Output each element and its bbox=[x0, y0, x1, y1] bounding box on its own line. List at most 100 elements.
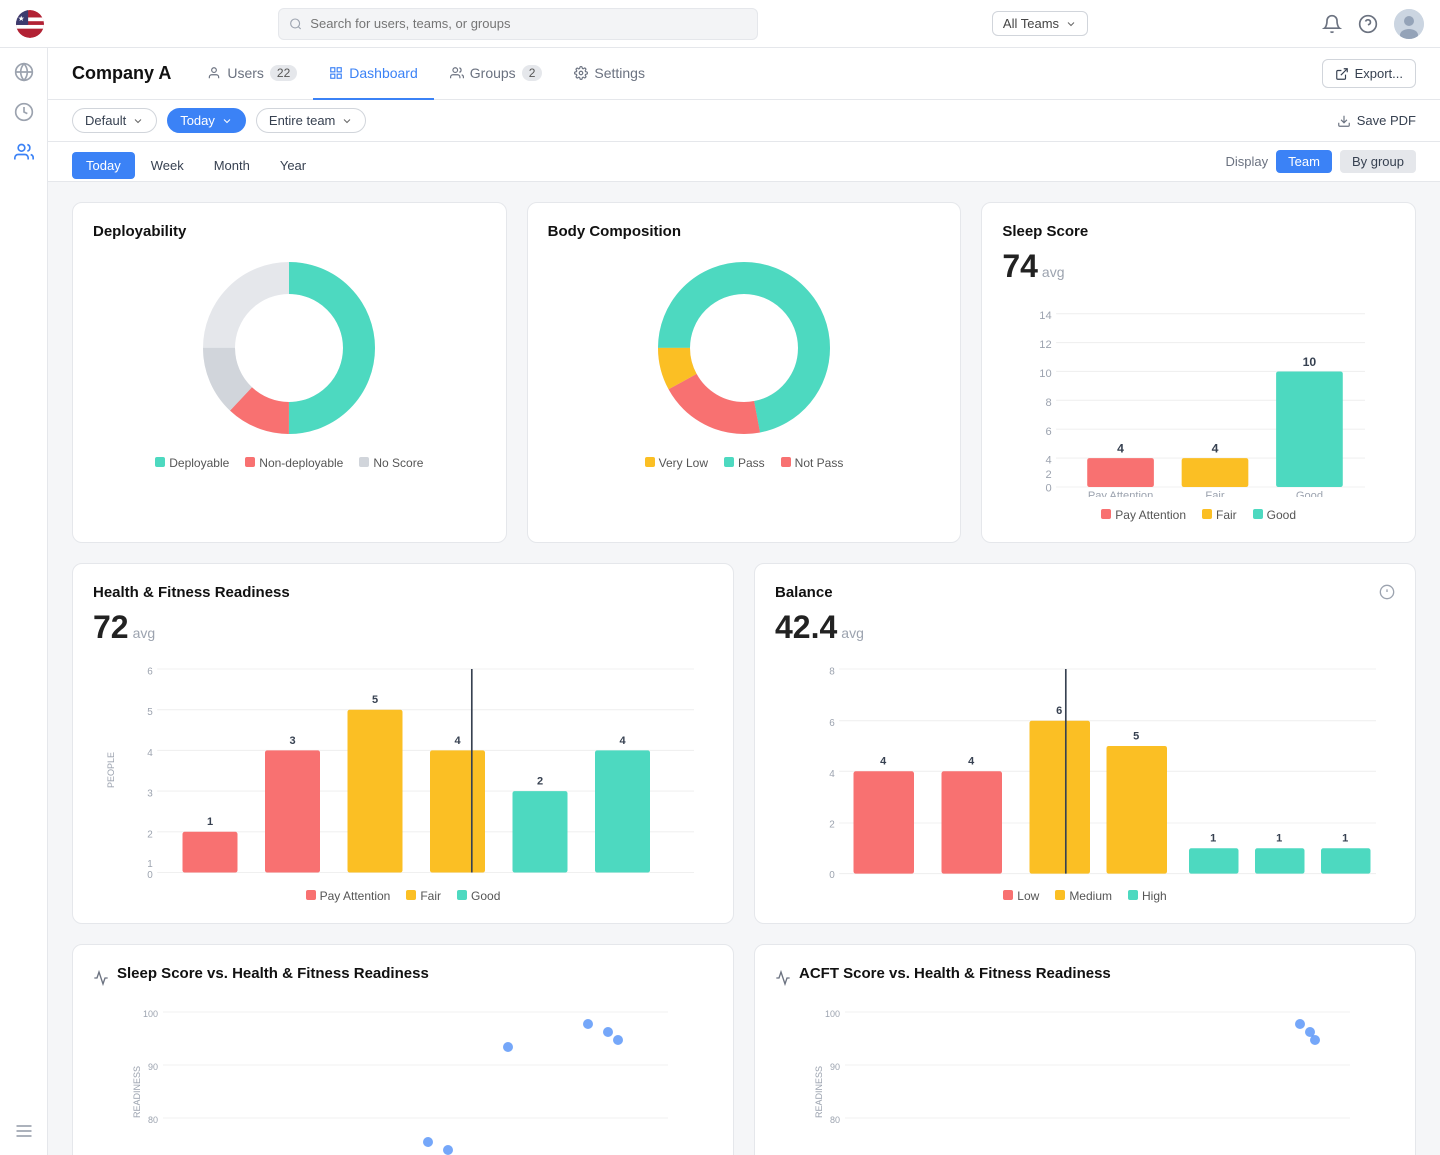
sleep-score-legend: Pay Attention Fair Good bbox=[1002, 508, 1395, 522]
tab-users[interactable]: Users 22 bbox=[191, 48, 313, 100]
bell-icon[interactable] bbox=[1322, 14, 1342, 34]
health-fitness-chart: 6 5 4 3 2 1 0 bbox=[125, 658, 713, 878]
sidebar-icon-clock[interactable] bbox=[12, 100, 36, 124]
svg-text:4: 4 bbox=[619, 735, 626, 747]
deployability-chart bbox=[93, 248, 486, 448]
tab-dashboard[interactable]: Dashboard bbox=[313, 48, 434, 100]
tab-week[interactable]: Week bbox=[137, 152, 198, 179]
svg-text:4: 4 bbox=[1212, 442, 1219, 456]
deployability-donut bbox=[189, 248, 389, 448]
tab-groups[interactable]: Groups 2 bbox=[434, 48, 559, 100]
svg-text:8: 8 bbox=[829, 667, 835, 678]
sidebar-icon-menu[interactable] bbox=[12, 1119, 36, 1143]
avatar[interactable] bbox=[1394, 9, 1424, 39]
all-teams-selector[interactable]: All Teams bbox=[992, 11, 1088, 36]
svg-text:Good: Good bbox=[1296, 490, 1323, 497]
acft-vs-health-card: ACFT Score vs. Health & Fitness Readines… bbox=[754, 944, 1416, 1155]
health-avg-label: 72 avg bbox=[93, 609, 713, 646]
sleep-avg-number: 74 bbox=[1002, 248, 1038, 285]
body-composition-title: Body Composition bbox=[548, 223, 941, 240]
svg-text:10: 10 bbox=[1303, 355, 1317, 369]
svg-text:100: 100 bbox=[825, 1009, 840, 1019]
balance-avg-text: avg bbox=[841, 625, 864, 641]
svg-text:4: 4 bbox=[454, 735, 461, 747]
chevron-down-icon bbox=[1065, 18, 1077, 30]
svg-text:6: 6 bbox=[1046, 426, 1052, 438]
filter-bar: Default Today Entire team Save PDF bbox=[48, 100, 1440, 142]
save-pdf-area: Save PDF bbox=[1337, 113, 1416, 128]
svg-text:80: 80 bbox=[830, 1115, 840, 1125]
export-button[interactable]: Export... bbox=[1322, 59, 1416, 88]
sidebar-icon-users[interactable] bbox=[12, 140, 36, 164]
legend-very-low: Very Low bbox=[645, 456, 708, 470]
tab-month[interactable]: Month bbox=[200, 152, 264, 179]
groups-badge: 2 bbox=[522, 65, 543, 81]
team-label: Entire team bbox=[269, 113, 335, 128]
svg-text:Fair: Fair bbox=[1206, 490, 1225, 497]
time-bar: Today Week Month Year Display Team By gr… bbox=[48, 142, 1440, 182]
users-badge: 22 bbox=[270, 65, 297, 81]
balance-avg-label: 42.4 avg bbox=[775, 609, 864, 646]
team-filter[interactable]: Entire team bbox=[256, 108, 366, 133]
acft-vs-health-scatter: 100 90 80 READINESS bbox=[775, 1002, 1395, 1155]
tab-year[interactable]: Year bbox=[266, 152, 320, 179]
search-input[interactable] bbox=[310, 16, 747, 31]
body-composition-chart bbox=[548, 248, 941, 448]
today-label: Today bbox=[180, 113, 215, 128]
default-filter[interactable]: Default bbox=[72, 108, 157, 133]
sleep-vs-health-card: Sleep Score vs. Health & Fitness Readine… bbox=[72, 944, 734, 1155]
balance-chart-wrapper: 8 6 4 2 0 bbox=[775, 658, 1395, 881]
main-content: Company A Users 22 Dashboard Groups 2 bbox=[48, 48, 1440, 1155]
balance-title: Balance bbox=[775, 584, 864, 601]
groups-icon bbox=[450, 66, 464, 80]
svg-text:0: 0 bbox=[1046, 482, 1052, 494]
page-header: Company A Users 22 Dashboard Groups 2 bbox=[48, 48, 1440, 100]
legend-fair: Fair bbox=[1202, 508, 1237, 522]
info-icon[interactable] bbox=[1379, 584, 1395, 600]
sleep-avg-label: 74 avg bbox=[1002, 248, 1395, 285]
company-name: Company A bbox=[72, 63, 171, 84]
svg-text:5: 5 bbox=[1133, 730, 1139, 742]
sleep-score-chart: 14 12 10 8 6 4 2 0 bbox=[1002, 297, 1395, 497]
svg-text:1: 1 bbox=[1276, 833, 1282, 845]
sleep-vs-health-scatter: 100 90 80 READINESS bbox=[93, 1002, 713, 1155]
sidebar-icon-globe[interactable] bbox=[12, 60, 36, 84]
legend-pay-attention: Pay Attention bbox=[306, 889, 391, 903]
chevron-down-icon bbox=[221, 115, 233, 127]
legend-high: High bbox=[1128, 889, 1167, 903]
chart-icon bbox=[775, 970, 791, 986]
svg-text:READINESS: READINESS bbox=[132, 1066, 142, 1118]
svg-text:2: 2 bbox=[829, 819, 835, 830]
svg-text:1: 1 bbox=[147, 859, 153, 870]
help-icon[interactable] bbox=[1358, 14, 1378, 34]
save-pdf-label[interactable]: Save PDF bbox=[1357, 113, 1416, 128]
health-fitness-legend: Pay Attention Fair Good bbox=[93, 889, 713, 903]
team-display-btn[interactable]: Team bbox=[1276, 150, 1332, 173]
deployability-card: Deployability bbox=[72, 202, 507, 543]
search-bar[interactable] bbox=[278, 8, 758, 40]
tab-dashboard-label: Dashboard bbox=[349, 65, 418, 81]
display-label: Display bbox=[1226, 154, 1269, 169]
balance-avg-number: 42.4 bbox=[775, 609, 837, 646]
sleep-score-title: Sleep Score bbox=[1002, 223, 1395, 240]
page-tabs: Users 22 Dashboard Groups 2 Settings bbox=[191, 48, 1321, 100]
balance-title-area: Balance 42.4 avg bbox=[775, 584, 864, 658]
balance-legend: Low Medium High bbox=[775, 889, 1395, 903]
svg-text:★: ★ bbox=[18, 14, 25, 23]
search-icon bbox=[289, 17, 302, 31]
legend-no-score: No Score bbox=[359, 456, 423, 470]
health-avg-text: avg bbox=[133, 625, 156, 641]
flag-icon: ★ bbox=[16, 10, 44, 38]
tab-today[interactable]: Today bbox=[72, 152, 135, 179]
svg-text:0: 0 bbox=[147, 870, 153, 878]
tab-settings[interactable]: Settings bbox=[558, 48, 661, 100]
svg-text:3: 3 bbox=[147, 789, 153, 800]
by-group-display-btn[interactable]: By group bbox=[1340, 150, 1416, 173]
svg-text:6: 6 bbox=[147, 667, 153, 678]
acft-vs-health-title: ACFT Score vs. Health & Fitness Readines… bbox=[799, 965, 1111, 982]
sleep-vs-health-header: Sleep Score vs. Health & Fitness Readine… bbox=[93, 965, 713, 990]
today-filter[interactable]: Today bbox=[167, 108, 246, 133]
legend-medium: Medium bbox=[1055, 889, 1112, 903]
svg-text:80: 80 bbox=[148, 1115, 158, 1125]
export-icon bbox=[1335, 67, 1349, 81]
